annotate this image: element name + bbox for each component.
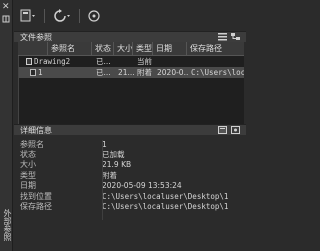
drawing-icon: [26, 58, 32, 65]
table-row[interactable]: Drawing2 已... 当前: [19, 56, 244, 67]
details-row: 保存路径 C:\Users\localuser\Desktop\1: [18, 201, 246, 211]
details-grid: 参照名 1 状态 已加载 大小 21.9 KB 类型 附着 日期 2020-05…: [14, 139, 246, 212]
row-date: 2020-0...: [157, 68, 188, 77]
details-row: 日期 2020-05-09 13:53:24: [18, 181, 246, 191]
details-row: 大小 21.9 KB: [18, 160, 246, 170]
details-row: 参照名 1: [18, 139, 246, 149]
toolbar-divider: [44, 8, 45, 23]
details-section: 详细信息 参照名 1 状态 已加载 大小 21.9 KB 类型 附着 日期 20…: [14, 124, 246, 251]
file-references-title: 文件参照: [20, 32, 52, 42]
details-row: 找到位置 C:\Users\localuser\Desktop\1: [18, 191, 246, 201]
row-path: [188, 56, 244, 67]
column-header-size[interactable]: 大小: [114, 42, 133, 55]
column-header-spacer: [18, 42, 48, 55]
row-size: 21...: [118, 68, 134, 77]
row-path: C:\Users\local: [191, 68, 244, 77]
details-title: 详细信息: [20, 125, 52, 135]
column-header-date[interactable]: 日期: [153, 42, 187, 55]
column-header-name[interactable]: 参照名: [48, 42, 92, 55]
details-row: 类型 附着: [18, 170, 246, 180]
refresh-button[interactable]: [51, 7, 73, 25]
toolbar-divider: [79, 8, 80, 23]
details-label: 大小: [20, 160, 36, 170]
details-value: C:\Users\localuser\Desktop\1: [102, 191, 229, 201]
auto-hide-icon[interactable]: [2, 15, 10, 23]
row-type: 附着: [137, 68, 152, 77]
details-label: 保存路径: [20, 202, 52, 212]
column-header-status[interactable]: 状态: [92, 42, 114, 55]
row-status: 已...: [96, 57, 111, 66]
close-icon[interactable]: ✕: [2, 3, 10, 12]
row-date: [154, 56, 188, 67]
attach-button[interactable]: [18, 7, 38, 25]
xref-palette: 文件参照 参照名 状态 大小 类型 日期 保存路径 Drawing2 已... …: [14, 0, 246, 251]
details-value: 2020-05-09 13:53:24: [102, 181, 182, 191]
column-header-path[interactable]: 保存路径: [187, 42, 244, 55]
details-label: 类型: [20, 170, 36, 180]
details-divider: [102, 140, 103, 220]
details-view-icon[interactable]: [218, 126, 227, 134]
details-header: 详细信息: [14, 124, 246, 135]
table-body: Drawing2 已... 当前 1 已... 21... 附着 2020-0.…: [18, 56, 244, 133]
details-row: 状态 已加载: [18, 149, 246, 159]
details-label: 找到位置: [20, 191, 52, 201]
attach-file-icon: [20, 9, 35, 21]
details-label: 日期: [20, 181, 36, 191]
table-row[interactable]: 1 已... 21... 附着 2020-0... C:\Users\local: [19, 67, 244, 78]
palette-side-strip: ✕ 外部参照: [0, 0, 13, 251]
xref-file-icon: [30, 69, 36, 76]
column-header-type[interactable]: 类型: [133, 42, 153, 55]
row-status: 已...: [96, 68, 111, 77]
details-label: 参照名: [20, 139, 44, 149]
details-value[interactable]: 1: [102, 140, 244, 149]
toolbar: [14, 0, 246, 31]
row-size: [115, 56, 134, 67]
details-label: 状态: [20, 150, 36, 160]
file-references-table: 参照名 状态 大小 类型 日期 保存路径 Drawing2 已... 当前 1 …: [18, 42, 244, 133]
details-value[interactable]: 附着: [102, 170, 244, 181]
palette-title: 外部参照: [3, 209, 12, 241]
row-name: 1: [23, 67, 93, 78]
preview-icon[interactable]: [231, 126, 240, 134]
list-view-icon[interactable]: [218, 33, 227, 41]
file-references-header: 文件参照: [14, 31, 246, 42]
help-button[interactable]: [86, 7, 102, 25]
table-header: 参照名 状态 大小 类型 日期 保存路径: [18, 42, 244, 56]
tree-view-icon[interactable]: [231, 33, 240, 41]
row-name: Drawing2: [23, 56, 93, 67]
details-value: 21.9 KB: [102, 160, 132, 170]
row-type: 当前: [137, 57, 152, 66]
details-value: 已加载: [102, 150, 125, 160]
refresh-icon: [54, 8, 70, 22]
help-icon: [88, 9, 100, 22]
details-value[interactable]: C:\Users\localuser\Desktop\1: [102, 202, 244, 211]
